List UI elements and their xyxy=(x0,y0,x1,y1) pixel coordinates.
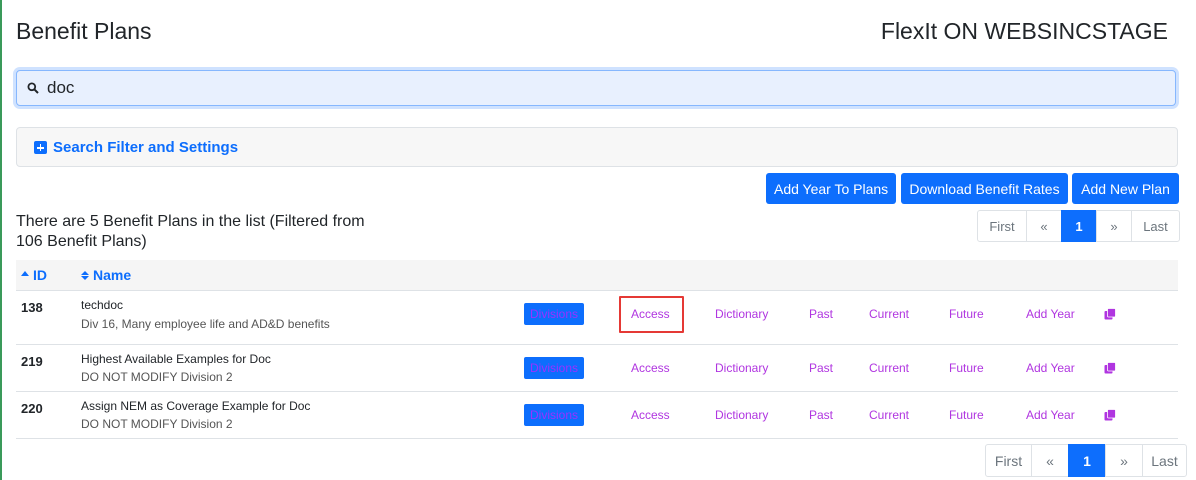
filter-panel: Search Filter and Settings xyxy=(16,127,1178,167)
copy-icon[interactable] xyxy=(1104,308,1116,320)
page-last-button[interactable]: Last xyxy=(1142,444,1187,477)
past-link[interactable]: Past xyxy=(809,408,833,422)
page-next-button[interactable]: » xyxy=(1105,444,1143,477)
pagination-top: First « 1 » Last xyxy=(977,210,1180,242)
name-column-header[interactable]: Name xyxy=(81,267,131,283)
plan-description: Div 16, Many employee life and AD&D bene… xyxy=(81,317,330,331)
plan-name[interactable]: Highest Available Examples for Doc xyxy=(81,352,271,366)
left-border xyxy=(0,0,2,480)
dictionary-link[interactable]: Dictionary xyxy=(715,361,768,375)
plan-description: DO NOT MODIFY Division 2 xyxy=(81,370,233,384)
dictionary-link[interactable]: Dictionary xyxy=(715,307,768,321)
download-benefit-rates-button[interactable]: Download Benefit Rates xyxy=(901,173,1068,204)
plan-id: 219 xyxy=(21,354,43,369)
future-link[interactable]: Future xyxy=(949,307,984,321)
page-prev-button[interactable]: « xyxy=(1031,444,1069,477)
future-link[interactable]: Future xyxy=(949,361,984,375)
divisions-button[interactable]: Divisions xyxy=(524,357,584,379)
search-box[interactable] xyxy=(16,70,1176,106)
filter-toggle[interactable]: Search Filter and Settings xyxy=(34,139,238,156)
table-header: ID Name xyxy=(16,260,1178,291)
table-row: 220 Assign NEM as Coverage Example for D… xyxy=(16,392,1178,439)
copy-icon[interactable] xyxy=(1104,362,1116,374)
sort-icon xyxy=(81,270,89,280)
table-row: 138 techdoc Div 16, Many employee life a… xyxy=(16,291,1178,345)
plus-square-icon xyxy=(34,141,47,154)
plan-name[interactable]: Assign NEM as Coverage Example for Doc xyxy=(81,399,310,413)
plan-id: 138 xyxy=(21,300,43,315)
page-last-button[interactable]: Last xyxy=(1131,210,1180,242)
sort-ascending-icon xyxy=(21,271,29,276)
access-highlight-box xyxy=(619,296,684,333)
page-first-button[interactable]: First xyxy=(985,444,1032,477)
add-year-link[interactable]: Add Year xyxy=(1026,408,1075,422)
page-title: Benefit Plans xyxy=(16,18,152,44)
plan-description: DO NOT MODIFY Division 2 xyxy=(81,417,233,431)
divisions-button[interactable]: Divisions xyxy=(524,404,584,426)
divisions-button[interactable]: Divisions xyxy=(524,303,584,325)
dictionary-link[interactable]: Dictionary xyxy=(715,408,768,422)
filter-label: Search Filter and Settings xyxy=(53,139,239,156)
table-row: 219 Highest Available Examples for Doc D… xyxy=(16,345,1178,392)
pagination-bottom: First « 1 » Last xyxy=(985,444,1187,477)
page-1-button[interactable]: 1 xyxy=(1068,444,1106,477)
page-prev-button[interactable]: « xyxy=(1026,210,1062,242)
search-input[interactable] xyxy=(47,77,1147,99)
add-year-link[interactable]: Add Year xyxy=(1026,307,1075,321)
add-new-plan-button[interactable]: Add New Plan xyxy=(1072,173,1179,204)
id-column-header[interactable]: ID xyxy=(21,267,47,283)
page-1-button[interactable]: 1 xyxy=(1061,210,1097,242)
page-next-button[interactable]: » xyxy=(1096,210,1132,242)
plan-name[interactable]: techdoc xyxy=(81,298,123,312)
plan-id: 220 xyxy=(21,401,43,416)
app-title: FlexIt ON WEBSINCSTAGE xyxy=(880,18,1168,44)
past-link[interactable]: Past xyxy=(809,307,833,321)
current-link[interactable]: Current xyxy=(869,361,909,375)
past-link[interactable]: Past xyxy=(809,361,833,375)
page-first-button[interactable]: First xyxy=(977,210,1027,242)
add-year-to-plans-button[interactable]: Add Year To Plans xyxy=(766,173,896,204)
future-link[interactable]: Future xyxy=(949,408,984,422)
add-year-link[interactable]: Add Year xyxy=(1026,361,1075,375)
access-link[interactable]: Access xyxy=(631,361,670,375)
current-link[interactable]: Current xyxy=(869,408,909,422)
copy-icon[interactable] xyxy=(1104,409,1116,421)
access-link[interactable]: Access xyxy=(631,408,670,422)
current-link[interactable]: Current xyxy=(869,307,909,321)
search-icon xyxy=(27,82,39,94)
plan-count-text: There are 5 Benefit Plans in the list (F… xyxy=(16,213,365,250)
